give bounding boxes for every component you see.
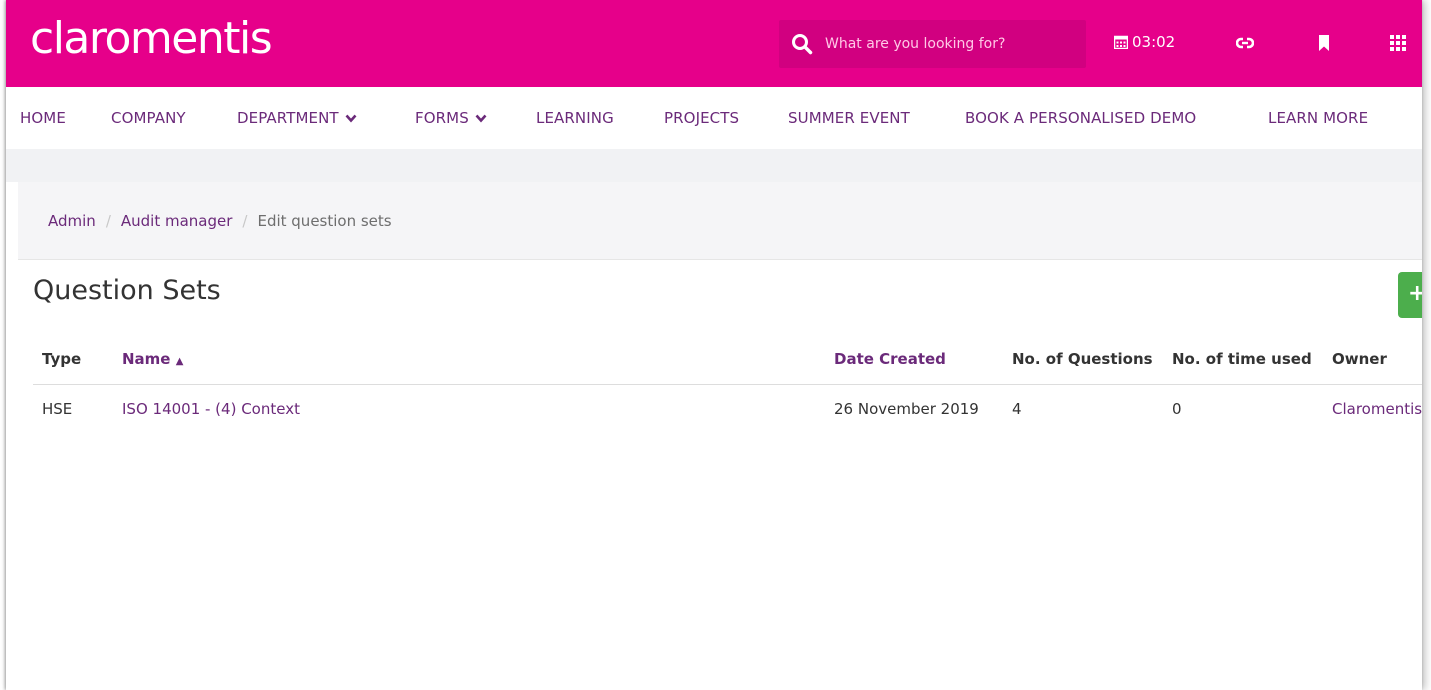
nav-item-projects[interactable]: PROJECTS bbox=[664, 109, 739, 127]
column-header-questions: No. of Questions bbox=[1012, 350, 1153, 368]
search-box[interactable] bbox=[779, 20, 1086, 68]
breadcrumb: Admin / Audit manager / Edit question se… bbox=[18, 182, 1422, 260]
nav-item-label: HOME bbox=[20, 109, 66, 127]
cell-type: HSE bbox=[42, 400, 73, 418]
nav-item-label: BOOK A PERSONALISED DEMO bbox=[965, 109, 1197, 127]
breadcrumb-current: Edit question sets bbox=[257, 211, 392, 230]
column-header-times-used: No. of time used bbox=[1172, 350, 1312, 368]
calendar-icon bbox=[1114, 35, 1128, 49]
column-header-name[interactable]: Name ▲ bbox=[122, 350, 183, 368]
brand-logo[interactable]: claromentis bbox=[30, 14, 273, 64]
breadcrumb-separator: / bbox=[242, 211, 248, 230]
nav-item-label: DEPARTMENT bbox=[237, 109, 339, 127]
nav-item-label: PROJECTS bbox=[664, 109, 740, 127]
nav-item-label: SUMMER EVENT bbox=[788, 109, 910, 127]
breadcrumb-audit-manager[interactable]: Audit manager bbox=[121, 212, 233, 230]
nav-item-label: LEARNING bbox=[536, 109, 614, 127]
clock-widget[interactable]: 03:02 bbox=[1114, 33, 1175, 51]
column-header-owner: Owner bbox=[1332, 350, 1387, 368]
banner-area bbox=[6, 149, 1422, 182]
bookmark-icon[interactable] bbox=[1315, 34, 1333, 52]
nav-item-label: LEARN MORE bbox=[1268, 109, 1369, 127]
column-header-name-label: Name bbox=[122, 350, 171, 368]
cell-date-created: 26 November 2019 bbox=[834, 400, 979, 418]
clock-time: 03:02 bbox=[1132, 33, 1176, 51]
chevron-down-icon bbox=[345, 114, 357, 122]
breadcrumb-separator: / bbox=[105, 211, 111, 230]
apps-grid-icon[interactable] bbox=[1389, 34, 1407, 52]
table-header-divider bbox=[33, 384, 1422, 385]
cell-times-used: 0 bbox=[1172, 400, 1182, 418]
column-header-type: Type bbox=[42, 350, 82, 368]
sort-asc-icon: ▲ bbox=[175, 356, 184, 367]
nav-item-label: COMPANY bbox=[111, 109, 186, 127]
chevron-down-icon bbox=[475, 114, 487, 122]
nav-item-forms[interactable]: FORMS bbox=[415, 109, 487, 127]
nav-item-learn-more[interactable]: LEARN MORE bbox=[1268, 109, 1368, 127]
link-icon[interactable] bbox=[1236, 34, 1254, 52]
cell-name-link[interactable]: ISO 14001 - (4) Context bbox=[122, 400, 300, 418]
column-header-date-created[interactable]: Date Created bbox=[834, 350, 946, 368]
search-icon bbox=[792, 34, 813, 55]
add-question-set-button[interactable]: + bbox=[1398, 272, 1422, 318]
nav-item-home[interactable]: HOME bbox=[20, 109, 66, 127]
nav-item-department[interactable]: DEPARTMENT bbox=[237, 109, 357, 127]
breadcrumb-admin[interactable]: Admin bbox=[48, 212, 96, 230]
main-nav: HOME COMPANY DEPARTMENT FORMS LEARNING P… bbox=[6, 87, 1422, 149]
nav-item-summer-event[interactable]: SUMMER EVENT bbox=[788, 109, 910, 127]
app-window: claromentis 03:02 bbox=[6, 0, 1422, 690]
page-title: Question Sets bbox=[33, 275, 221, 306]
cell-questions: 4 bbox=[1012, 400, 1022, 418]
nav-item-company[interactable]: COMPANY bbox=[111, 109, 186, 127]
nav-item-label: FORMS bbox=[415, 109, 469, 127]
nav-item-learning[interactable]: LEARNING bbox=[536, 109, 614, 127]
nav-item-book-demo[interactable]: BOOK A PERSONALISED DEMO bbox=[965, 109, 1196, 127]
top-bar: claromentis 03:02 bbox=[6, 0, 1422, 87]
search-input[interactable] bbox=[825, 36, 1075, 52]
cell-owner-link[interactable]: Claromentis bbox=[1332, 400, 1422, 418]
